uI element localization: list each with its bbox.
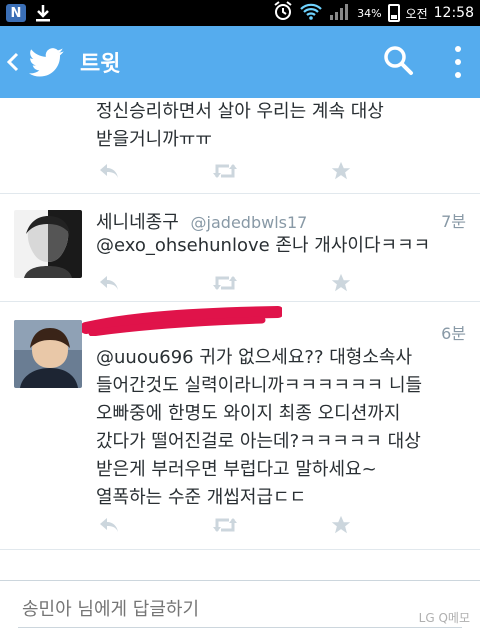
tweet-text-line: 받은게 부러우면 부럽다고 말하세요~ (96, 459, 377, 480)
tweet-time: 7분 (441, 212, 466, 231)
tweet-text-line: 정신승리하면서 살아 우리는 계속 대상 (96, 101, 384, 122)
author-name: 세니네종구 (96, 212, 179, 233)
reply-underline (18, 627, 462, 628)
clock: 12:58 (433, 5, 474, 21)
battery-percent: 34% (357, 6, 382, 20)
star-icon[interactable] (328, 272, 354, 294)
lg-qmemo-watermark: LG Q메모 (418, 611, 470, 625)
avatar[interactable] (14, 320, 82, 388)
tweet-text-line: 들어간것도 실력이라니까ㅋㅋㅋㅋㅋㅋ 니들 (96, 375, 423, 396)
download-icon (34, 4, 52, 22)
tweet-actions (96, 272, 354, 294)
reply-icon[interactable] (96, 514, 122, 536)
retweet-icon[interactable] (212, 272, 238, 294)
reply-input[interactable] (22, 599, 362, 620)
back-button[interactable] (2, 26, 24, 98)
twitter-bird-icon[interactable] (26, 42, 66, 82)
page-title: 트윗 (80, 52, 121, 77)
redaction-scribble (82, 306, 282, 336)
reply-icon[interactable] (96, 160, 122, 182)
tweet-actions (96, 160, 354, 182)
tweet-text-line: 열폭하는 수준 개씹저급ㄷㄷ (96, 487, 307, 508)
tweet-time: 6분 (441, 324, 466, 343)
battery-icon (387, 4, 400, 22)
tweet-text-line: 오빠중에 한명도 와이지 최종 오디션까지 (96, 403, 401, 424)
tweet-item[interactable]: 세니네종구 @jadedbwls17 7분 @exo_ohsehunlove 존… (0, 194, 480, 302)
search-icon[interactable] (382, 44, 418, 80)
tweet-text-line: 받을거니까ㅠㅠ (96, 129, 212, 150)
tweet-text: @exo_ohsehunlove 존나 개사이다ㅋㅋㅋ (96, 235, 431, 256)
signal-icon (329, 2, 351, 24)
author-handle: @jadedbwls17 (190, 213, 308, 232)
tweet-text-line: @uuou696 귀가 없으세요?? 대형소속사 (96, 347, 413, 368)
tweet-text: 정신승리하면서 살아 우리는 계속 대상 받을거니까ㅠㅠ (96, 98, 466, 154)
alarm-icon (273, 1, 293, 25)
reply-icon[interactable] (96, 272, 122, 294)
notification-n-icon: N (6, 4, 26, 22)
wifi-icon (299, 2, 323, 24)
tweet-actions (96, 514, 354, 536)
tweet-author[interactable]: 세니네종구 @jadedbwls17 (96, 208, 307, 234)
tweet-item[interactable]: 6분 @uuou696 귀가 없으세요?? 대형소속사 들어간것도 실력이라니까… (0, 302, 480, 550)
app-bar: 트윗 (0, 26, 480, 98)
tweet-text: @uuou696 귀가 없으세요?? 대형소속사 들어간것도 실력이라니까ㅋㅋㅋ… (96, 344, 466, 512)
chevron-left-icon (7, 52, 19, 72)
status-bar: N 34% 오전 12:58 (0, 0, 480, 26)
reply-bar: LG Q메모 (0, 580, 480, 640)
star-icon[interactable] (328, 514, 354, 536)
star-icon[interactable] (328, 160, 354, 182)
time-prefix: 오전 (405, 6, 428, 21)
retweet-icon[interactable] (212, 160, 238, 182)
tweet-item[interactable]: 정신승리하면서 살아 우리는 계속 대상 받을거니까ㅠㅠ (0, 98, 480, 194)
retweet-icon[interactable] (212, 514, 238, 536)
tweet-text-line: 갔다가 떨어진걸로 아는데?ㅋㅋㅋㅋㅋ 대상 (96, 431, 421, 452)
avatar[interactable] (14, 210, 82, 278)
overflow-menu-icon[interactable] (446, 42, 470, 82)
